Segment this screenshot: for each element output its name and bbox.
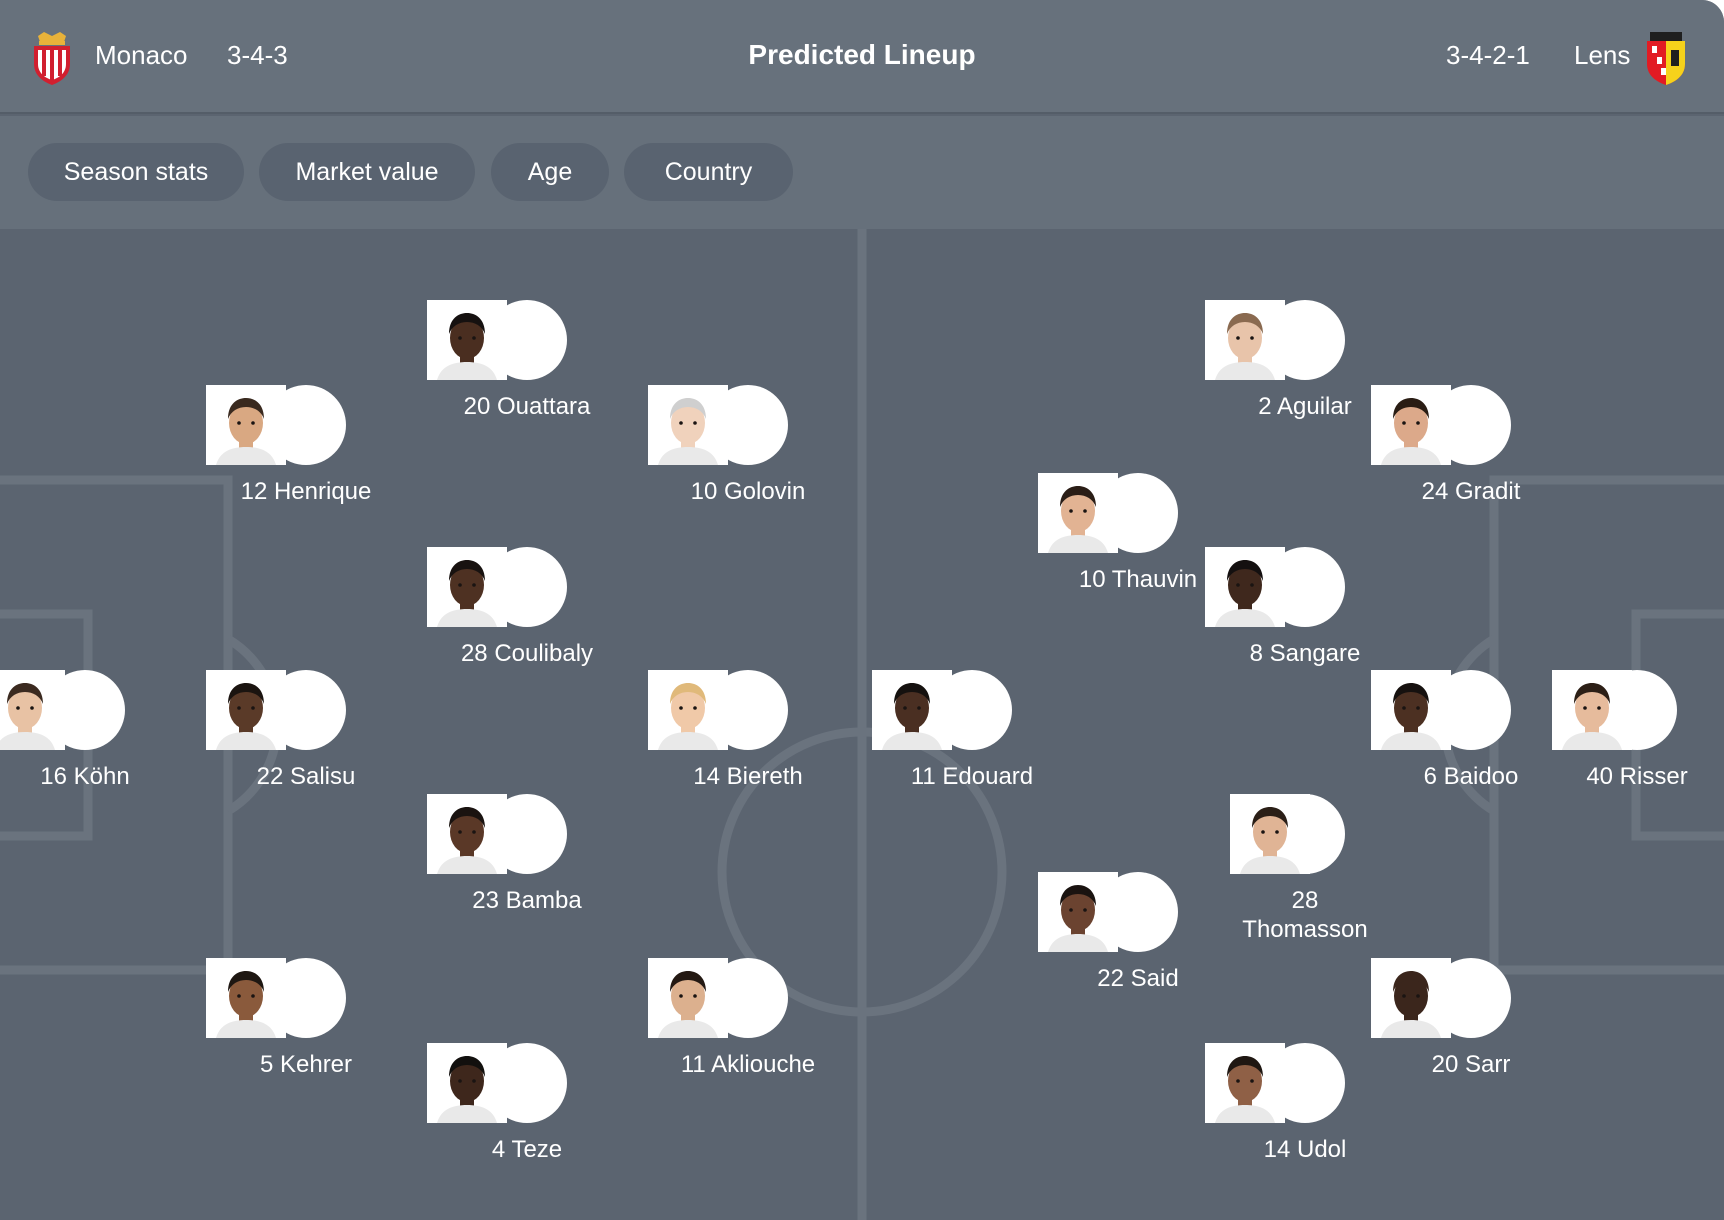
- player-name: 22 Salisu: [256, 763, 356, 790]
- player-portrait: [1205, 547, 1285, 627]
- player-photo: [1371, 670, 1511, 750]
- player-name: 14 Biereth: [693, 763, 803, 790]
- player-name: 28 Thomasson: [1242, 887, 1368, 943]
- player-monaco-ouattara[interactable]: 20 Ouattara: [427, 300, 627, 421]
- player-portrait: [1552, 670, 1632, 750]
- player-name: 24 Gradit: [1421, 478, 1521, 505]
- player-photo: [427, 1043, 567, 1123]
- player-monaco-bamba[interactable]: 23 Bamba: [427, 794, 627, 915]
- player-monaco-coulibaly[interactable]: 28 Coulibaly: [427, 547, 627, 668]
- age-filter[interactable]: Age: [491, 143, 609, 201]
- player-name: 16 Köhn: [40, 763, 130, 790]
- player-lens-edouard[interactable]: 11 Edouard: [872, 670, 1072, 791]
- player-portrait: [1038, 473, 1118, 553]
- player-name: 11 Edouard: [910, 763, 1034, 790]
- player-portrait: [0, 670, 65, 750]
- player-monaco-kehrer[interactable]: 5 Kehrer: [206, 958, 406, 1079]
- player-name: 12 Henrique: [240, 478, 372, 505]
- player-monaco-salisu[interactable]: 22 Salisu: [206, 670, 406, 791]
- player-portrait: [1205, 1043, 1285, 1123]
- player-lens-thomasson[interactable]: 28 Thomasson: [1230, 794, 1380, 944]
- player-photo: [206, 958, 346, 1038]
- player-photo: [872, 670, 1012, 750]
- player-photo: [1552, 670, 1677, 750]
- player-monaco-kohn[interactable]: 16 Köhn: [0, 670, 185, 791]
- away-formation: 3-4-2-1: [1446, 40, 1530, 70]
- player-portrait: [1371, 385, 1451, 465]
- player-monaco-henrique[interactable]: 12 Henrique: [206, 385, 406, 506]
- player-monaco-biereth[interactable]: 14 Biereth: [648, 670, 848, 791]
- player-photo: [1038, 872, 1178, 952]
- player-lens-sangare[interactable]: 8 Sangare: [1205, 547, 1405, 668]
- player-name: 28 Coulibaly: [460, 640, 594, 667]
- player-portrait: [206, 958, 286, 1038]
- player-photo: [1230, 794, 1345, 874]
- season-stats-filter[interactable]: Season stats: [28, 143, 244, 201]
- player-photo: [0, 670, 125, 750]
- player-photo: [427, 794, 567, 874]
- player-portrait: [1230, 794, 1310, 874]
- player-portrait: [1205, 300, 1285, 380]
- player-photo: [1038, 473, 1178, 553]
- stat-filter-bar: Season stats Market value Age Country: [0, 116, 1724, 229]
- pitch: 16 Köhn 12 Henrique 22 Salisu 5 Kehrer 2…: [0, 229, 1724, 1220]
- player-name: 4 Teze: [491, 1136, 563, 1163]
- player-photo: [427, 300, 567, 380]
- player-photo: [648, 670, 788, 750]
- market-value-filter[interactable]: Market value: [259, 143, 475, 201]
- player-name: 14 Udol: [1263, 1136, 1347, 1163]
- player-portrait: [206, 385, 286, 465]
- player-name: 10 Golovin: [690, 478, 806, 505]
- player-portrait: [648, 958, 728, 1038]
- player-name: 40 Risser: [1586, 763, 1688, 790]
- lineup-header: Monaco 3-4-3 Predicted Lineup 3-4-2-1 Le…: [0, 0, 1724, 114]
- player-lens-risser[interactable]: 40 Risser: [1552, 670, 1722, 791]
- player-portrait: [872, 670, 952, 750]
- player-monaco-teze[interactable]: 4 Teze: [427, 1043, 627, 1164]
- country-filter[interactable]: Country: [624, 143, 793, 201]
- player-photo: [1205, 1043, 1345, 1123]
- player-portrait: [1371, 958, 1451, 1038]
- player-photo: [1205, 547, 1345, 627]
- player-name: 20 Sarr: [1431, 1051, 1511, 1078]
- away-team-name[interactable]: Lens: [1574, 38, 1630, 72]
- lens-crest-icon[interactable]: [1644, 30, 1688, 86]
- player-portrait: [427, 547, 507, 627]
- player-lens-sarr[interactable]: 20 Sarr: [1371, 958, 1571, 1079]
- player-name: 20 Ouattara: [463, 393, 591, 420]
- player-monaco-golovin[interactable]: 10 Golovin: [648, 385, 848, 506]
- player-portrait: [1371, 670, 1451, 750]
- player-portrait: [427, 300, 507, 380]
- player-portrait: [1038, 872, 1118, 952]
- player-photo: [206, 670, 346, 750]
- player-photo: [427, 547, 567, 627]
- player-photo: [648, 958, 788, 1038]
- player-portrait: [648, 385, 728, 465]
- player-portrait: [206, 670, 286, 750]
- player-name: 8 Sangare: [1249, 640, 1361, 667]
- player-photo: [206, 385, 346, 465]
- player-portrait: [427, 794, 507, 874]
- player-lens-baidoo[interactable]: 6 Baidoo: [1371, 670, 1571, 791]
- player-photo: [1371, 958, 1511, 1038]
- player-name: 23 Bamba: [472, 887, 582, 914]
- player-lens-gradit[interactable]: 24 Gradit: [1371, 385, 1571, 506]
- predicted-lineup-card: Monaco 3-4-3 Predicted Lineup 3-4-2-1 Le…: [0, 0, 1724, 1220]
- player-name: 22 Said: [1097, 965, 1179, 992]
- player-name: 5 Kehrer: [259, 1051, 353, 1078]
- player-portrait: [427, 1043, 507, 1123]
- player-photo: [1205, 300, 1345, 380]
- player-name: 11 Akliouche: [680, 1051, 816, 1078]
- player-name: 6 Baidoo: [1423, 763, 1519, 790]
- player-lens-said[interactable]: 22 Said: [1038, 872, 1238, 993]
- player-portrait: [648, 670, 728, 750]
- player-photo: [648, 385, 788, 465]
- player-photo: [1371, 385, 1511, 465]
- player-monaco-akliouche[interactable]: 11 Akliouche: [648, 958, 848, 1079]
